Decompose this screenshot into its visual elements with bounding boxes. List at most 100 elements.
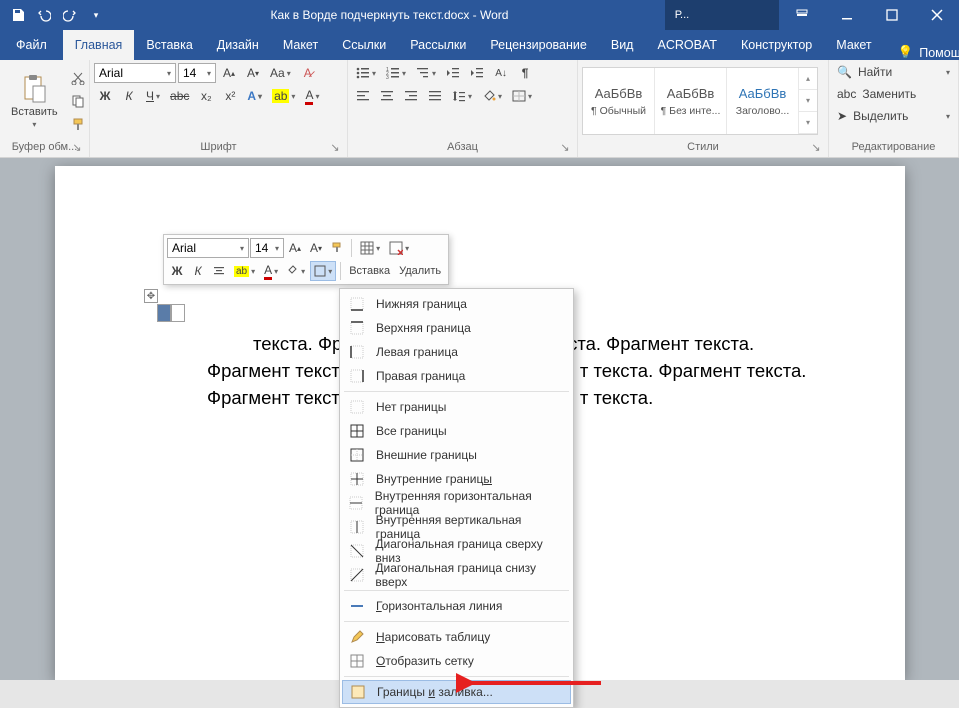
redo-icon[interactable] <box>58 3 82 27</box>
find-button[interactable]: 🔍Найти▾ <box>833 62 954 82</box>
tell-me[interactable]: 💡 Помощь <box>884 45 959 60</box>
align-left-button[interactable] <box>352 85 374 107</box>
user-name-area[interactable] <box>699 0 779 30</box>
table-cell-selection[interactable] <box>157 304 187 324</box>
highlight-button[interactable]: ab <box>268 85 299 107</box>
mini-font-select[interactable]: Arial <box>167 238 249 258</box>
menu-inside-v-border[interactable]: Внутренняя вертикальная граница <box>342 515 571 539</box>
menu-outside-borders[interactable]: Внешние границы <box>342 443 571 467</box>
bold-button[interactable]: Ж <box>94 85 116 107</box>
strikethrough-button[interactable]: abc <box>166 85 193 107</box>
maximize-icon[interactable] <box>869 0 914 30</box>
style-normal[interactable]: АаБбВв¶ Обычный <box>583 68 655 134</box>
mini-grow-font[interactable]: A▴ <box>285 238 305 258</box>
italic-button[interactable]: К <box>118 85 140 107</box>
text-effects-button[interactable]: A <box>243 85 266 107</box>
save-icon[interactable] <box>6 3 30 27</box>
menu-draw-table[interactable]: Нарисовать таблицу <box>342 625 571 649</box>
mini-font-color[interactable]: A <box>260 261 282 281</box>
tab-design[interactable]: Дизайн <box>205 30 271 60</box>
close-icon[interactable] <box>914 0 959 30</box>
select-button[interactable]: ➤Выделить▾ <box>833 106 954 126</box>
menu-left-border[interactable]: Левая граница <box>342 340 571 364</box>
menu-no-border[interactable]: Нет границы <box>342 395 571 419</box>
tab-acrobat[interactable]: ACROBAT <box>645 30 729 60</box>
tab-table-layout[interactable]: Макет <box>824 30 883 60</box>
mini-shrink-font[interactable]: A▾ <box>306 238 326 258</box>
table-move-handle-icon[interactable]: ✥ <box>144 289 158 303</box>
mini-italic[interactable]: К <box>188 261 208 281</box>
tab-insert[interactable]: Вставка <box>134 30 204 60</box>
mini-insert-table[interactable] <box>356 238 384 258</box>
ribbon-options-icon[interactable] <box>779 0 824 30</box>
copy-button[interactable] <box>67 90 89 112</box>
paragraph-dialog-icon[interactable]: ↘ <box>559 141 571 153</box>
bullets-button[interactable] <box>352 62 380 84</box>
mini-size-select[interactable]: 14 <box>250 238 284 258</box>
tab-references[interactable]: Ссылки <box>330 30 398 60</box>
styles-dialog-icon[interactable]: ↘ <box>810 141 822 153</box>
shading-button[interactable] <box>478 85 506 107</box>
style-gallery-scroll[interactable]: ▴▾▾ <box>799 68 817 134</box>
tab-layout[interactable]: Макет <box>271 30 330 60</box>
paste-button[interactable]: Вставить ▾ <box>4 65 65 137</box>
tab-home[interactable]: Главная <box>63 30 135 60</box>
tab-table-design[interactable]: Конструктор <box>729 30 824 60</box>
subscript-button[interactable]: x₂ <box>195 85 217 107</box>
menu-diag-down[interactable]: Диагональная граница сверху вниз <box>342 539 571 563</box>
increase-indent-button[interactable] <box>466 62 488 84</box>
sort-button[interactable]: A↓ <box>490 62 512 84</box>
menu-horizontal-line[interactable]: Горизонтальная линия <box>342 594 571 618</box>
tab-review[interactable]: Рецензирование <box>478 30 599 60</box>
tab-view[interactable]: Вид <box>599 30 646 60</box>
clipboard-dialog-icon[interactable]: ↘ <box>71 141 83 153</box>
minimize-icon[interactable] <box>824 0 869 30</box>
replace-button[interactable]: ab⁠cЗаменить <box>833 84 954 104</box>
format-painter-button[interactable] <box>67 113 89 135</box>
font-dialog-icon[interactable]: ↘ <box>329 141 341 153</box>
underline-button[interactable]: Ч <box>142 85 164 107</box>
menu-inside-h-border[interactable]: Внутренняя горизонтальная граница <box>342 491 571 515</box>
align-center-button[interactable] <box>376 85 398 107</box>
clear-formatting-button[interactable]: A̷ <box>297 62 319 84</box>
superscript-button[interactable]: x² <box>219 85 241 107</box>
shrink-font-button[interactable]: A▾ <box>242 62 264 84</box>
mini-highlight[interactable]: ab <box>230 261 259 281</box>
menu-bottom-border[interactable]: Нижняя граница <box>342 292 571 316</box>
borders-icon <box>512 90 526 102</box>
tab-file[interactable]: Файл <box>0 30 63 60</box>
multilevel-button[interactable] <box>412 62 440 84</box>
menu-inside-borders[interactable]: Внутренние границы <box>342 467 571 491</box>
align-justify-button[interactable] <box>424 85 446 107</box>
tab-mailings[interactable]: Рассылки <box>398 30 478 60</box>
font-size-select[interactable]: 14 <box>178 63 216 83</box>
grow-font-button[interactable]: A▴ <box>218 62 240 84</box>
undo-icon[interactable] <box>32 3 56 27</box>
menu-all-borders[interactable]: Все границы <box>342 419 571 443</box>
mini-borders[interactable] <box>310 261 336 281</box>
mini-bold[interactable]: Ж <box>167 261 187 281</box>
show-marks-button[interactable]: ¶ <box>514 62 536 84</box>
user-badge[interactable]: Р... <box>665 0 699 30</box>
numbering-button[interactable]: 123 <box>382 62 410 84</box>
font-name-select[interactable]: Arial <box>94 63 176 83</box>
menu-right-border[interactable]: Правая граница <box>342 364 571 388</box>
menu-top-border[interactable]: Верхняя граница <box>342 316 571 340</box>
mini-shading[interactable] <box>283 261 309 281</box>
borders-button[interactable] <box>508 85 536 107</box>
mini-delete-table[interactable] <box>385 238 413 258</box>
qat-customize-icon[interactable]: ▾ <box>84 3 108 27</box>
font-color-button[interactable]: A <box>301 85 323 107</box>
line-spacing-button[interactable] <box>448 85 476 107</box>
cut-button[interactable] <box>67 67 89 89</box>
mini-align[interactable] <box>209 261 229 281</box>
align-right-button[interactable] <box>400 85 422 107</box>
menu-diag-up[interactable]: Диагональная граница снизу вверх <box>342 563 571 587</box>
style-gallery[interactable]: АаБбВв¶ Обычный АаБбВв¶ Без инте... АаБб… <box>582 67 818 135</box>
style-heading1[interactable]: АаБбВвЗаголово... <box>727 68 799 134</box>
mini-format-painter[interactable] <box>327 238 347 258</box>
change-case-button[interactable]: Aa <box>266 62 295 84</box>
border-inside-icon <box>348 470 366 488</box>
decrease-indent-button[interactable] <box>442 62 464 84</box>
style-nospacing[interactable]: АаБбВв¶ Без инте... <box>655 68 727 134</box>
